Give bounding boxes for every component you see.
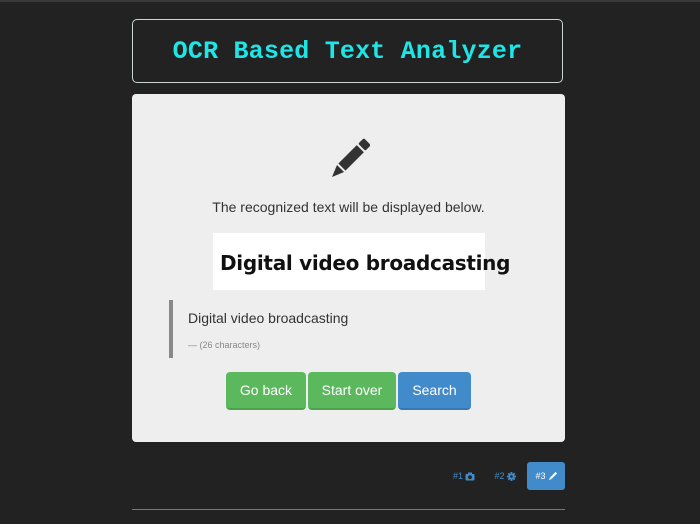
footer-divider bbox=[132, 509, 565, 510]
recognized-text: Digital video broadcasting bbox=[188, 310, 349, 326]
top-border bbox=[0, 0, 700, 2]
pencil-icon bbox=[548, 471, 557, 480]
ocr-image-text: Digital video broadcasting bbox=[220, 251, 511, 275]
camera-icon bbox=[465, 472, 475, 480]
step-3-link[interactable]: #3 bbox=[527, 462, 565, 490]
pencil-icon bbox=[332, 138, 370, 177]
result-panel: The recognized text will be displayed be… bbox=[132, 94, 565, 442]
info-text: The recognized text will be displayed be… bbox=[212, 199, 485, 215]
character-count: — (26 characters) bbox=[188, 340, 261, 350]
step-1-link[interactable]: #1 bbox=[446, 462, 482, 490]
page-title: OCR Based Text Analyzer bbox=[172, 36, 523, 66]
search-button[interactable]: Search bbox=[398, 372, 471, 410]
app-header: OCR Based Text Analyzer bbox=[132, 19, 563, 83]
step-2-link[interactable]: #2 bbox=[487, 462, 523, 490]
go-back-button[interactable]: Go back bbox=[226, 372, 306, 410]
start-over-button[interactable]: Start over bbox=[308, 372, 396, 410]
step-1-label: #1 bbox=[452, 471, 463, 481]
recognized-text-quote: Digital video broadcasting — (26 charact… bbox=[169, 300, 469, 358]
gear-icon bbox=[506, 471, 516, 481]
ocr-input-image: Digital video broadcasting bbox=[213, 233, 510, 290]
step-3-label: #3 bbox=[535, 471, 546, 481]
step-2-label: #2 bbox=[494, 471, 505, 481]
